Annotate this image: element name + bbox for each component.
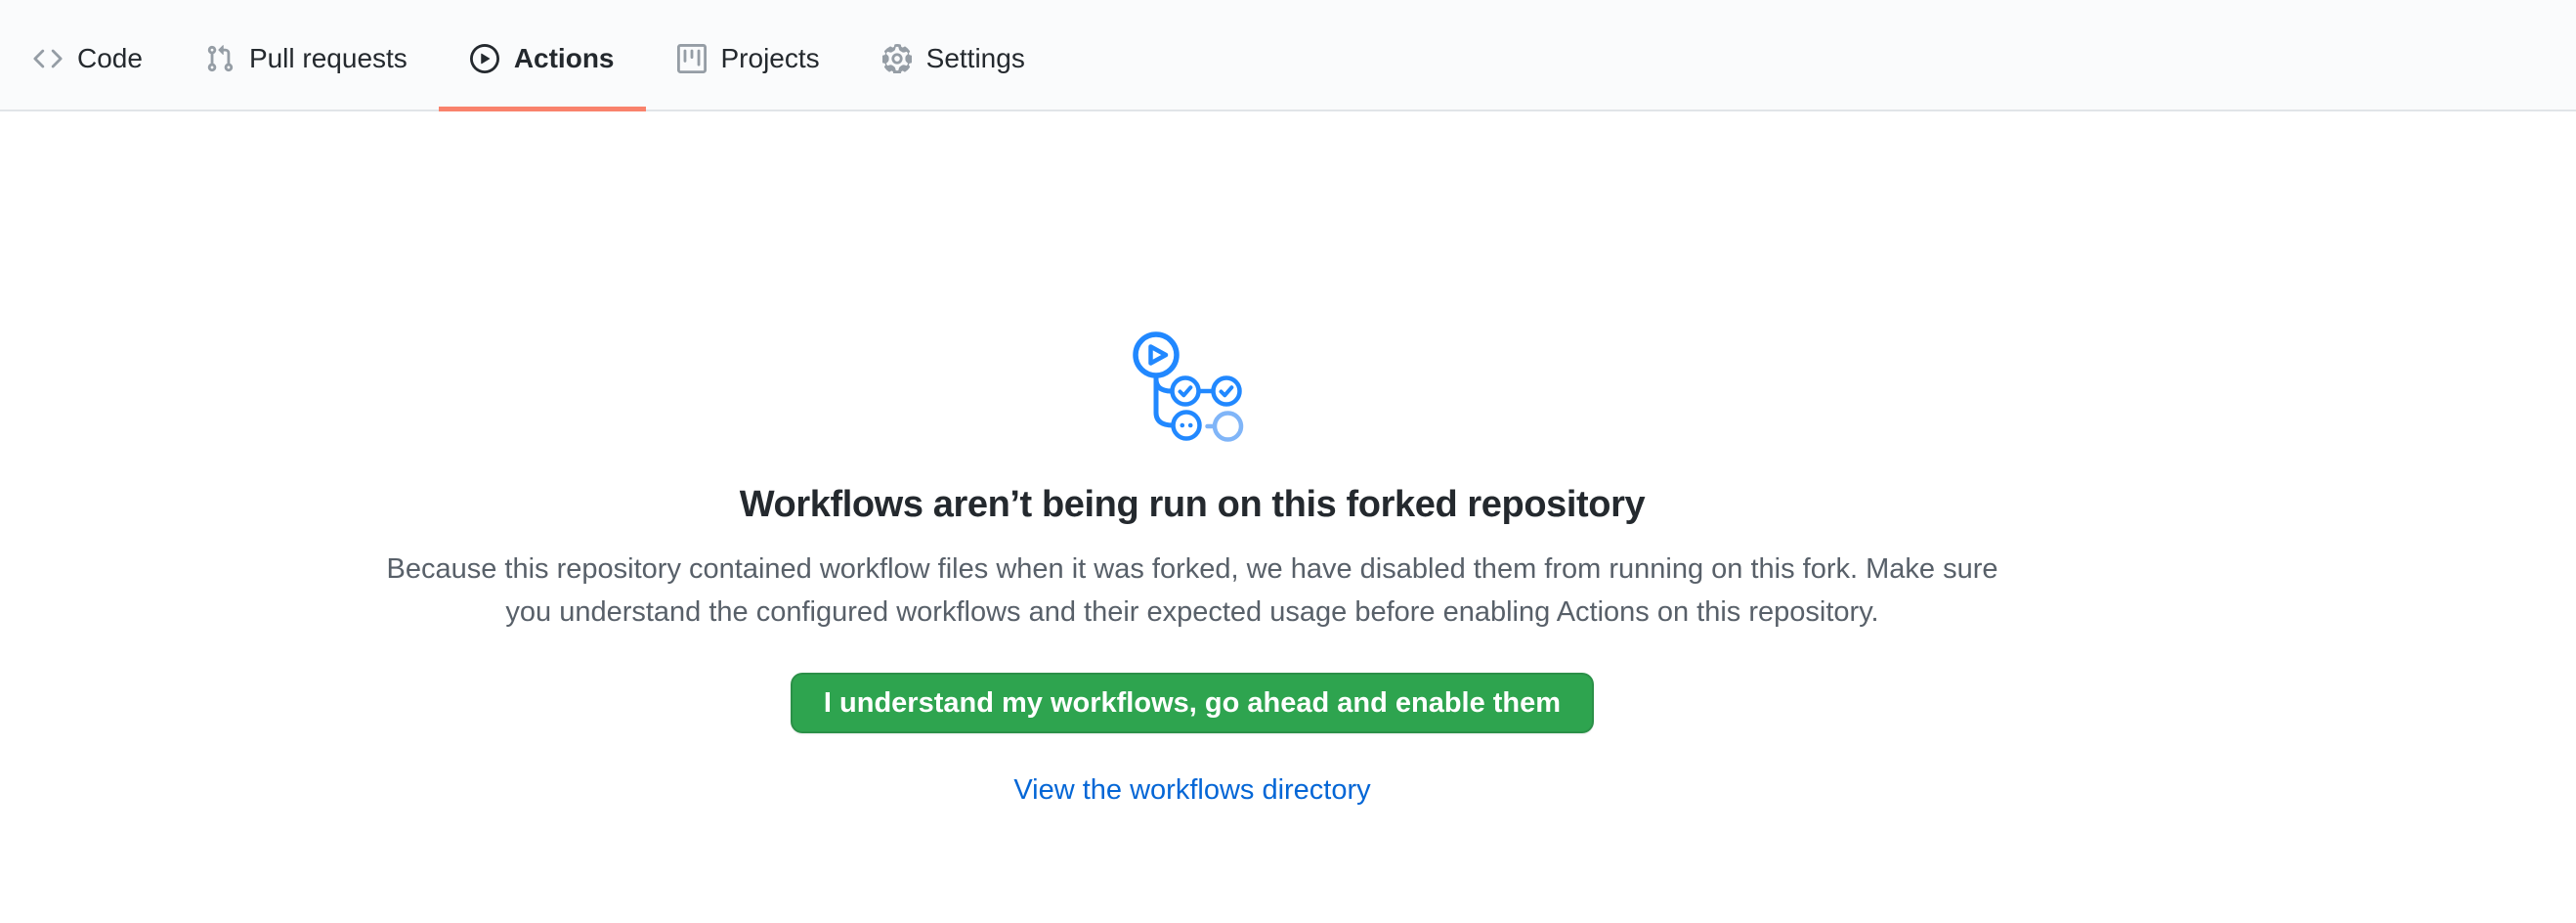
actions-blankslate: Workflows aren’t being run on this forke… <box>0 330 2576 807</box>
git-pull-request-icon <box>205 44 235 73</box>
code-icon <box>33 44 63 73</box>
tab-code[interactable]: Code <box>2 0 174 110</box>
play-circle-icon <box>470 44 499 73</box>
repo-nav: Code Pull requests Actions Projects Sett… <box>0 0 2576 111</box>
tab-projects[interactable]: Projects <box>646 0 851 110</box>
blankslate-description: Because this repository contained workfl… <box>371 548 2013 634</box>
gear-icon <box>882 44 912 73</box>
tab-label: Pull requests <box>249 45 408 72</box>
tab-label: Code <box>77 45 143 72</box>
project-board-icon <box>677 44 707 73</box>
tab-label: Actions <box>514 45 615 72</box>
workflow-graph-icon <box>1130 330 1255 447</box>
blankslate-heading: Workflows aren’t being run on this forke… <box>203 484 2181 526</box>
tab-pull-requests[interactable]: Pull requests <box>174 0 439 110</box>
tab-settings[interactable]: Settings <box>851 0 1056 110</box>
tab-actions[interactable]: Actions <box>439 0 646 110</box>
active-tab-underline <box>439 107 646 111</box>
view-workflows-directory-link[interactable]: View the workflows directory <box>1013 774 1370 807</box>
tab-label: Projects <box>721 45 820 72</box>
tab-label: Settings <box>926 45 1025 72</box>
enable-workflows-button[interactable]: I understand my workflows, go ahead and … <box>791 673 1594 733</box>
